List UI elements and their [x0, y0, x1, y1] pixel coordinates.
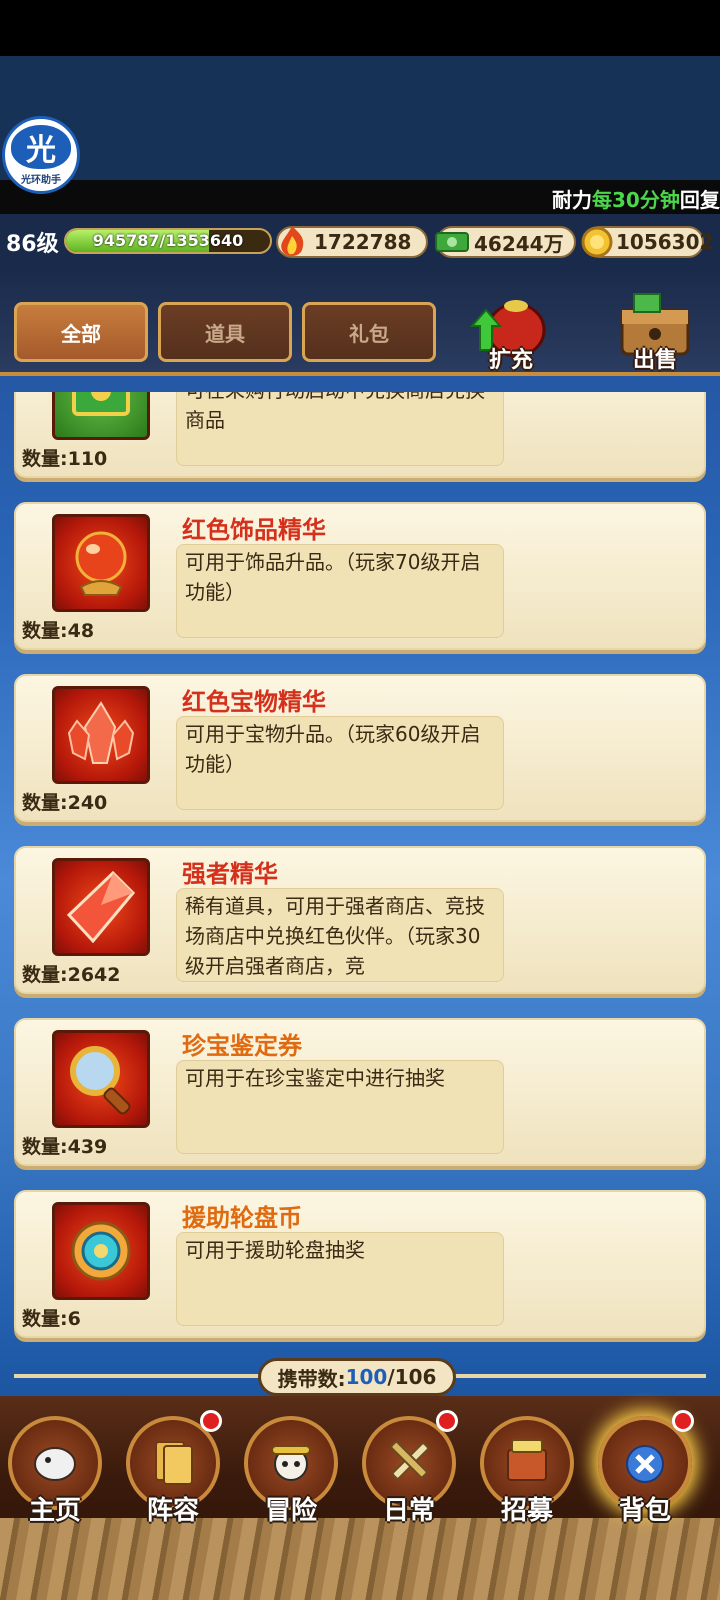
recruit-icon	[502, 1436, 552, 1486]
ticker-text: 耐力每30分钟回复	[552, 184, 720, 213]
item-card[interactable]: 数量:439 珍宝鉴定券 可用于在珍宝鉴定中进行抽奖	[14, 1018, 706, 1166]
assistant-logo-glyph: 光	[11, 124, 71, 169]
announcement-ticker: 耐力每30分钟回复	[0, 180, 720, 214]
home-icon	[30, 1436, 80, 1486]
item-quantity: 数量:48	[22, 620, 95, 642]
red-gem-icon	[52, 858, 150, 956]
ticker-prefix: 耐力	[552, 188, 592, 212]
ticker-highlight: 每30分钟	[592, 188, 680, 212]
carry-current: 100	[345, 1365, 388, 1389]
item-name: 红色宝物精华	[182, 688, 326, 716]
item-name: 红色饰品精华	[182, 516, 326, 544]
magnifier-icon	[52, 1030, 150, 1128]
adventure-icon	[266, 1436, 316, 1486]
cash-icon	[432, 224, 472, 260]
assistant-logo[interactable]: 光 光环助手	[2, 116, 80, 194]
xp-bar: 945787/1353640	[64, 228, 272, 254]
tab-all[interactable]: 全部	[14, 302, 148, 362]
carry-label: 携带数:	[277, 1366, 346, 1391]
item-description: 稀有道具，可用于强者商店、竞技场商店中兑换红色伙伴。（玩家30级开启强者商店，竞	[176, 888, 504, 982]
item-card[interactable]: 数量:2642 强者精华 稀有道具，可用于强者商店、竞技场商店中兑换红色伙伴。（…	[14, 846, 706, 994]
item-quantity: 数量:439	[22, 1136, 108, 1158]
power-display: 1722788	[276, 226, 428, 258]
item-description: 可用于饰品升品。（玩家70级开启功能）	[176, 544, 504, 638]
gold-coin-icon	[580, 224, 614, 260]
assistant-logo-caption: 光环助手	[21, 174, 61, 186]
nav-adventure[interactable]: 冒险	[236, 1410, 346, 1530]
item-card[interactable]: 数量:6 援助轮盘币 可用于援助轮盘抽奖	[14, 1190, 706, 1338]
carry-max: 106	[394, 1365, 437, 1389]
xp-text: 945787/1353640	[92, 231, 244, 250]
expand-label: 扩充	[488, 348, 533, 373]
nav-daily[interactable]: 日常	[354, 1410, 464, 1530]
nav-home[interactable]: 主页	[0, 1410, 110, 1530]
item-card[interactable]: 数量:240 红色宝物精华 可用于宝物升品。（玩家60级开启功能）	[14, 674, 706, 822]
item-card[interactable]: 数量:110 可在采购行动启动中兑换商店兑换商品	[14, 392, 706, 478]
app-header-band	[0, 56, 720, 180]
nav-backpack-badge	[672, 1410, 694, 1432]
ticker-suffix: 回复	[679, 188, 720, 212]
carry-separator: /	[387, 1365, 395, 1389]
crystal-ball-icon	[52, 514, 150, 612]
item-quantity: 数量:240	[22, 792, 108, 814]
nav-home-label: 主页	[28, 1496, 81, 1526]
item-description: 可用于援助轮盘抽奖	[176, 1232, 504, 1326]
nav-lineup[interactable]: 阵容	[118, 1410, 228, 1530]
carry-count: 携带数: 100/106	[258, 1358, 456, 1396]
item-description: 可用于在珍宝鉴定中进行抽奖	[176, 1060, 504, 1154]
player-level: 86级	[6, 232, 59, 257]
rope-decoration	[0, 1518, 720, 1600]
cash-display: 46244万	[435, 226, 576, 258]
nav-lineup-badge	[200, 1410, 222, 1432]
cash-value: 46244万	[474, 231, 564, 256]
expand-button[interactable]: 扩充	[456, 290, 566, 374]
voucher-icon	[52, 392, 150, 440]
sell-button[interactable]: 出售	[600, 290, 710, 374]
item-quantity: 数量:110	[22, 448, 108, 470]
tab-gifts[interactable]: 礼包	[302, 302, 436, 362]
nav-backpack[interactable]: 背包	[590, 1410, 700, 1530]
item-card[interactable]: 数量:48 红色饰品精华 可用于饰品升品。（玩家70级开启功能）	[14, 502, 706, 650]
nav-recruit-label: 招募	[500, 1496, 553, 1526]
backpack-icon	[620, 1436, 670, 1486]
nav-backpack-label: 背包	[618, 1496, 671, 1526]
tab-items[interactable]: 道具	[158, 302, 292, 362]
item-quantity: 数量:6	[22, 1308, 81, 1330]
item-name: 珍宝鉴定券	[182, 1032, 302, 1060]
item-quantity: 数量:2642	[22, 964, 121, 986]
gold-display: 1056302	[581, 226, 713, 258]
nav-adventure-label: 冒险	[264, 1496, 317, 1526]
crystal-cluster-icon	[52, 686, 150, 784]
nav-lineup-label: 阵容	[146, 1496, 199, 1526]
power-icon	[272, 224, 312, 260]
nav-recruit[interactable]: 招募	[472, 1410, 582, 1530]
lineup-icon	[148, 1436, 198, 1486]
nav-daily-badge	[436, 1410, 458, 1432]
item-list[interactable]: 数量:110 可在采购行动启动中兑换商店兑换商品 数量:48 红色饰品精华 可用…	[0, 392, 720, 1350]
item-name: 援助轮盘币	[182, 1204, 302, 1232]
item-name: 强者精华	[182, 860, 278, 888]
item-description: 可用于宝物升品。（玩家60级开启功能）	[176, 716, 504, 810]
sell-label: 出售	[632, 348, 677, 373]
gold-value: 1056302	[616, 230, 714, 254]
system-status-bar	[0, 0, 720, 56]
daily-icon	[384, 1436, 434, 1486]
nav-daily-label: 日常	[382, 1496, 435, 1526]
power-value: 1722788	[314, 230, 412, 254]
roulette-coin-icon	[52, 1202, 150, 1300]
item-description: 可在采购行动启动中兑换商店兑换商品	[176, 392, 504, 466]
